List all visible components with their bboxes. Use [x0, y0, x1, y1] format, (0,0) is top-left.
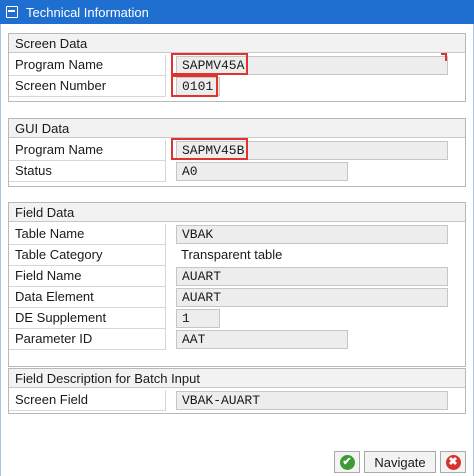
- cancel-icon: ✖: [445, 454, 461, 470]
- de-supplement-row: DE Supplement 1: [9, 308, 465, 329]
- window-titlebar: Technical Information: [0, 0, 474, 24]
- table-category-row: Table Category Transparent table: [9, 245, 465, 266]
- de-supplement-label: DE Supplement: [9, 308, 166, 329]
- screen-program-name-label: Program Name: [9, 55, 166, 76]
- screen-number-row: Screen Number 0101: [9, 76, 465, 97]
- gui-data-group: GUI Data Program Name SAPMV45B Status A0: [8, 118, 466, 187]
- batch-input-group: Field Description for Batch Input Screen…: [8, 368, 466, 414]
- screen-field-label: Screen Field: [9, 390, 166, 411]
- gui-data-heading: GUI Data: [9, 119, 465, 138]
- window-icon: [6, 6, 18, 18]
- gui-status-label: Status: [9, 161, 166, 182]
- button-bar: ✔ Navigate ✖: [1, 444, 473, 476]
- data-element-field[interactable]: AUART: [176, 288, 448, 307]
- screen-field-field[interactable]: VBAK-AUART: [176, 391, 448, 410]
- gui-program-name-label: Program Name: [9, 140, 166, 161]
- field-data-group: Field Data Table Name VBAK Table Categor…: [8, 202, 466, 367]
- gui-program-name-row: Program Name SAPMV45B: [9, 140, 465, 161]
- table-category-label: Table Category: [9, 245, 166, 266]
- table-name-label: Table Name: [9, 224, 166, 245]
- screen-field-row: Screen Field VBAK-AUART: [9, 390, 465, 411]
- field-name-row: Field Name AUART: [9, 266, 465, 287]
- gui-program-name-field[interactable]: SAPMV45B: [176, 141, 448, 160]
- screen-program-name-row: Program Name SAPMV45A: [9, 55, 465, 76]
- cancel-button[interactable]: ✖: [440, 451, 466, 473]
- navigate-button[interactable]: Navigate: [364, 451, 436, 473]
- table-category-value: Transparent table: [181, 247, 283, 262]
- de-supplement-field[interactable]: 1: [176, 309, 220, 328]
- batch-input-heading: Field Description for Batch Input: [9, 369, 465, 388]
- field-data-heading: Field Data: [9, 203, 465, 222]
- field-name-field[interactable]: AUART: [176, 267, 448, 286]
- data-element-label: Data Element: [9, 287, 166, 308]
- checkmark-icon: ✔: [339, 454, 355, 470]
- gui-status-field[interactable]: A0: [176, 162, 348, 181]
- table-name-field[interactable]: VBAK: [176, 225, 448, 244]
- window-title: Technical Information: [26, 4, 149, 20]
- screen-number-label: Screen Number: [9, 76, 166, 97]
- parameter-id-row: Parameter ID AAT: [9, 329, 465, 350]
- screen-program-name-field[interactable]: SAPMV45A: [176, 56, 448, 75]
- screen-data-group: Screen Data Program Name SAPMV45A Screen…: [8, 33, 466, 102]
- parameter-id-field[interactable]: AAT: [176, 330, 348, 349]
- data-element-row: Data Element AUART: [9, 287, 465, 308]
- field-name-label: Field Name: [9, 266, 166, 287]
- parameter-id-label: Parameter ID: [9, 329, 166, 350]
- highlight-corner-mark: [441, 53, 447, 61]
- navigate-button-label: Navigate: [374, 454, 426, 470]
- dialog-content: Screen Data Program Name SAPMV45A Screen…: [0, 24, 474, 476]
- screen-number-field[interactable]: 0101: [176, 77, 220, 96]
- gui-status-row: Status A0: [9, 161, 465, 182]
- screen-data-heading: Screen Data: [9, 34, 465, 53]
- table-name-row: Table Name VBAK: [9, 224, 465, 245]
- ok-button[interactable]: ✔: [334, 451, 360, 473]
